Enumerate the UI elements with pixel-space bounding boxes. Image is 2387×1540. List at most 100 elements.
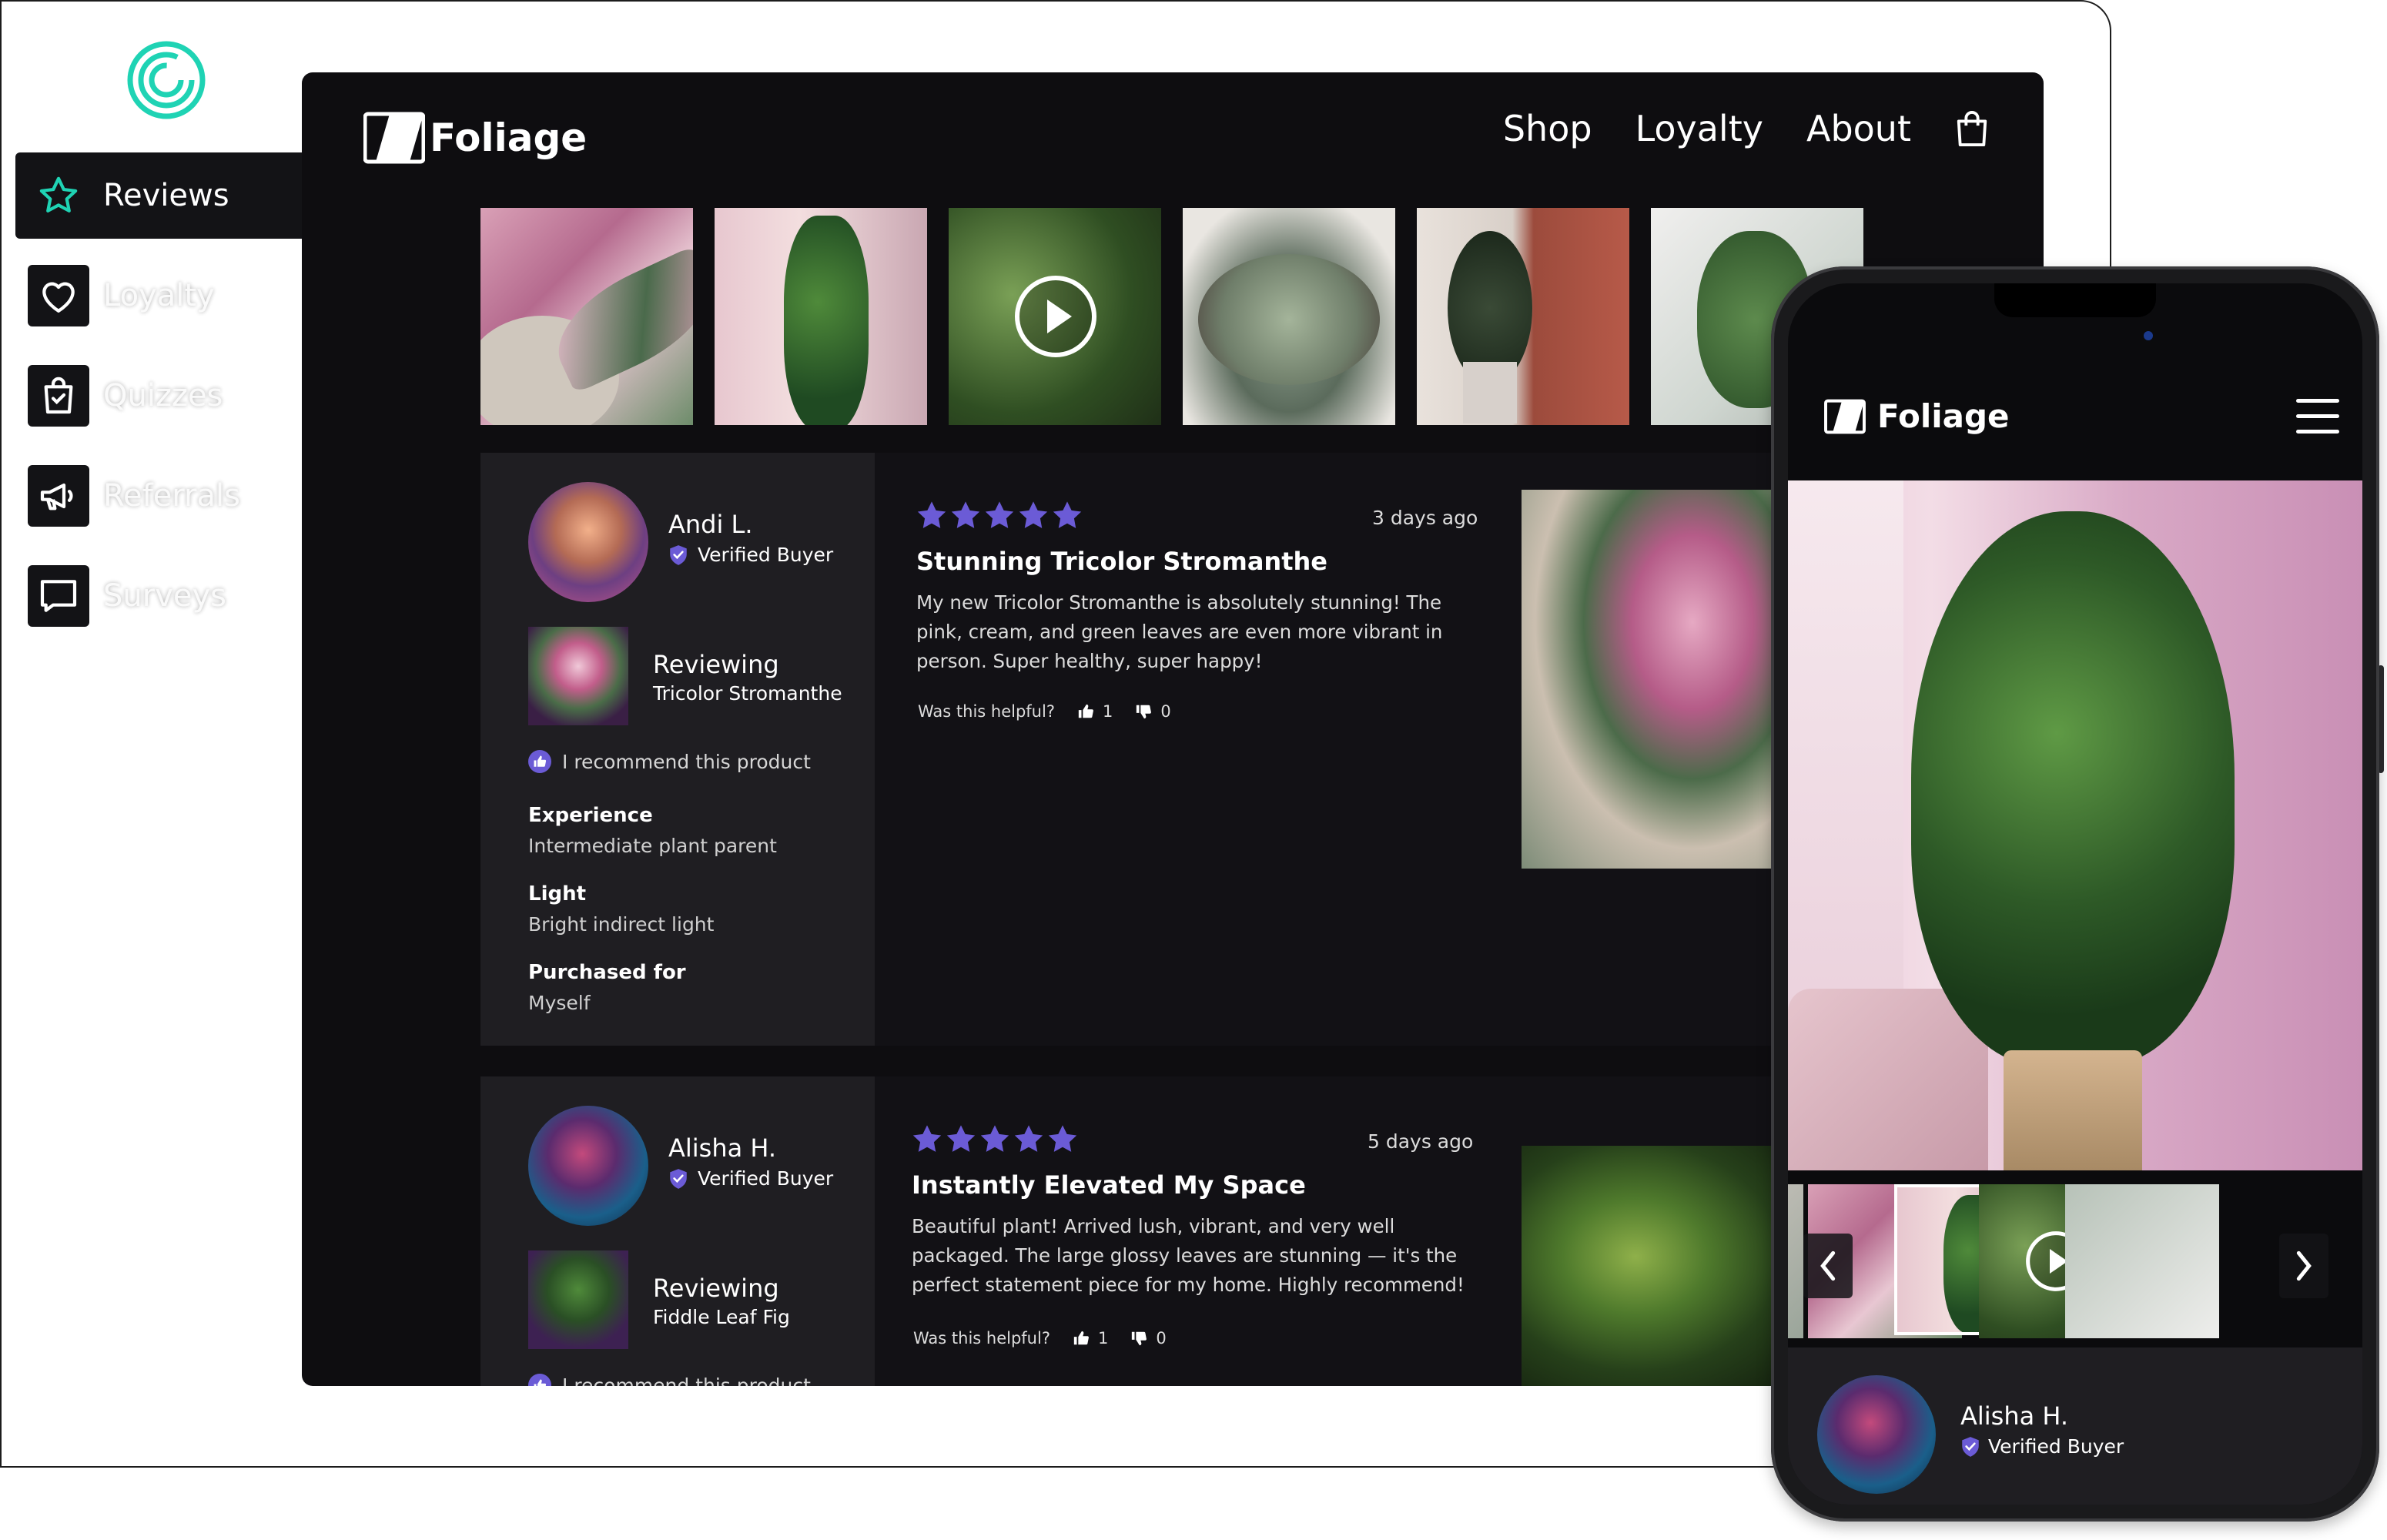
review-photo[interactable] <box>1522 490 1806 869</box>
thumbs-up-icon[interactable] <box>1076 703 1095 720</box>
helpful-label: Was this helpful? <box>913 1329 1050 1348</box>
menu-icon[interactable] <box>2296 399 2339 434</box>
avatar <box>528 1106 648 1226</box>
star-icon <box>1048 1125 1077 1152</box>
thumbs-down-icon[interactable] <box>1130 1330 1148 1347</box>
nav-loyalty[interactable]: Loyalty <box>1635 108 1763 149</box>
reviewer-name: Andi L. <box>668 510 753 539</box>
foliage-logo-icon <box>363 112 425 164</box>
verified-label: Verified Buyer <box>1988 1435 2124 1458</box>
sidebar-item-reviews[interactable]: Reviews <box>15 152 319 239</box>
heart-icon <box>28 265 89 326</box>
attribute-value: Bright indirect light <box>528 913 715 936</box>
reviewed-product-link[interactable]: Fiddle Leaf Fig <box>653 1306 790 1328</box>
carousel-prev-button[interactable] <box>1803 1234 1853 1298</box>
verified-shield-icon <box>670 544 687 565</box>
reviewer-name: Alisha H. <box>668 1133 777 1163</box>
thumbs-up-icon[interactable] <box>1072 1330 1090 1347</box>
reviewing-label: Reviewing <box>653 650 779 679</box>
verified-label: Verified Buyer <box>698 544 834 566</box>
star-rating <box>912 1124 1081 1153</box>
helpful-yes-count: 1 <box>1097 1329 1109 1348</box>
carousel-thumbnail[interactable] <box>2065 1184 2219 1338</box>
site-logo[interactable]: Foliage <box>363 111 587 165</box>
star-icon <box>912 1125 942 1152</box>
attribute-value: Intermediate plant parent <box>528 835 777 857</box>
sidebar-item-referrals[interactable]: Referrals <box>15 453 240 539</box>
product-hero-image[interactable] <box>1788 480 2362 1170</box>
verified-shield-icon <box>1962 1436 1979 1457</box>
star-icon <box>1014 1125 1043 1152</box>
site-brand-name: Foliage <box>430 116 588 160</box>
chevron-left-icon <box>1820 1250 1836 1281</box>
attribute-label: Light <box>528 882 587 906</box>
star-icon <box>1053 501 1082 528</box>
avatar <box>1817 1375 1936 1494</box>
sidebar-item-label: Loyalty <box>103 278 215 313</box>
verified-shield-icon <box>670 1168 687 1189</box>
product-thumbnail[interactable] <box>528 1250 628 1349</box>
megaphone-icon <box>28 465 89 527</box>
thumbs-up-icon <box>528 750 551 773</box>
review-body: Beautiful plant! Arrived lush, vibrant, … <box>912 1215 1465 1296</box>
shopping-bag-icon[interactable] <box>1954 109 1990 149</box>
recommend-text: I recommend this product <box>562 1374 811 1387</box>
helpful-votes: Was this helpful? 1 0 <box>913 1329 1167 1348</box>
media-gallery <box>480 208 1885 425</box>
review-title: Instantly Elevated My Space <box>912 1170 1306 1200</box>
verified-label: Verified Buyer <box>698 1167 834 1190</box>
reviewer-panel: Alisha H. Verified Buyer Reviewing Fiddl… <box>480 1076 875 1386</box>
sidebar-item-label: Referrals <box>103 478 240 514</box>
verified-badge: Verified Buyer <box>1960 1435 2124 1458</box>
app-logo-icon <box>127 41 206 119</box>
verified-badge: Verified Buyer <box>668 544 833 566</box>
gallery-image[interactable] <box>480 208 693 425</box>
product-thumbnail[interactable] <box>528 627 628 725</box>
site-logo[interactable]: Foliage <box>1823 397 2010 435</box>
sidebar-item-surveys[interactable]: Surveys <box>15 553 226 639</box>
mobile-device: Foliage Alisha H. Verified Buyer <box>1771 266 2379 1522</box>
attribute-label: Purchased for <box>528 961 686 984</box>
gallery-image[interactable] <box>1183 208 1395 425</box>
recommend-badge: I recommend this product <box>528 750 811 773</box>
gallery-image[interactable] <box>715 208 927 425</box>
carousel-next-button[interactable] <box>2279 1234 2328 1298</box>
star-icon <box>985 501 1014 528</box>
review-photo[interactable] <box>1522 1146 1806 1386</box>
sidebar-item-loyalty[interactable]: Loyalty <box>15 253 215 339</box>
shopping-bag-check-icon <box>28 365 89 427</box>
sidebar-item-quizzes[interactable]: Quizzes <box>15 353 223 439</box>
reviewer-name: Alisha H. <box>1960 1401 2069 1431</box>
star-icon <box>1019 501 1048 528</box>
review-date: 5 days ago <box>1368 1130 1474 1153</box>
recommend-badge: I recommend this product <box>528 1374 811 1386</box>
gallery-video[interactable] <box>949 208 1161 425</box>
gallery-image[interactable] <box>1417 208 1629 425</box>
carousel-thumbnail[interactable] <box>1788 1184 1803 1338</box>
mobile-storefront: Foliage Alisha H. Verified Buyer <box>1788 283 2362 1505</box>
phone-notch <box>1994 283 2156 317</box>
chevron-right-icon <box>2296 1250 2312 1281</box>
message-square-icon <box>28 565 89 627</box>
site-nav: Shop Loyalty About <box>1460 108 1990 149</box>
camera-dot <box>2144 331 2153 340</box>
verified-badge: Verified Buyer <box>668 1167 833 1190</box>
reviewed-product-link[interactable]: Tricolor Stromanthe <box>653 682 842 705</box>
helpful-no-count: 0 <box>1156 1329 1167 1348</box>
review-body: My new Tricolor Stromanthe is absolutely… <box>916 591 1443 672</box>
attribute-label: Experience <box>528 804 653 827</box>
play-icon <box>1015 276 1096 357</box>
avatar <box>528 482 648 602</box>
sidebar-item-label: Reviews <box>103 178 229 213</box>
star-icon <box>28 165 89 226</box>
nav-shop[interactable]: Shop <box>1503 108 1592 149</box>
star-icon <box>946 1125 976 1152</box>
star-icon <box>951 501 980 528</box>
helpful-no-count: 0 <box>1160 702 1171 721</box>
thumbnail-carousel <box>1788 1184 2362 1338</box>
thumbs-down-icon[interactable] <box>1134 703 1153 720</box>
attribute-value: Myself <box>528 992 591 1014</box>
star-icon <box>917 501 946 528</box>
nav-about[interactable]: About <box>1806 108 1911 149</box>
helpful-label: Was this helpful? <box>918 702 1055 721</box>
